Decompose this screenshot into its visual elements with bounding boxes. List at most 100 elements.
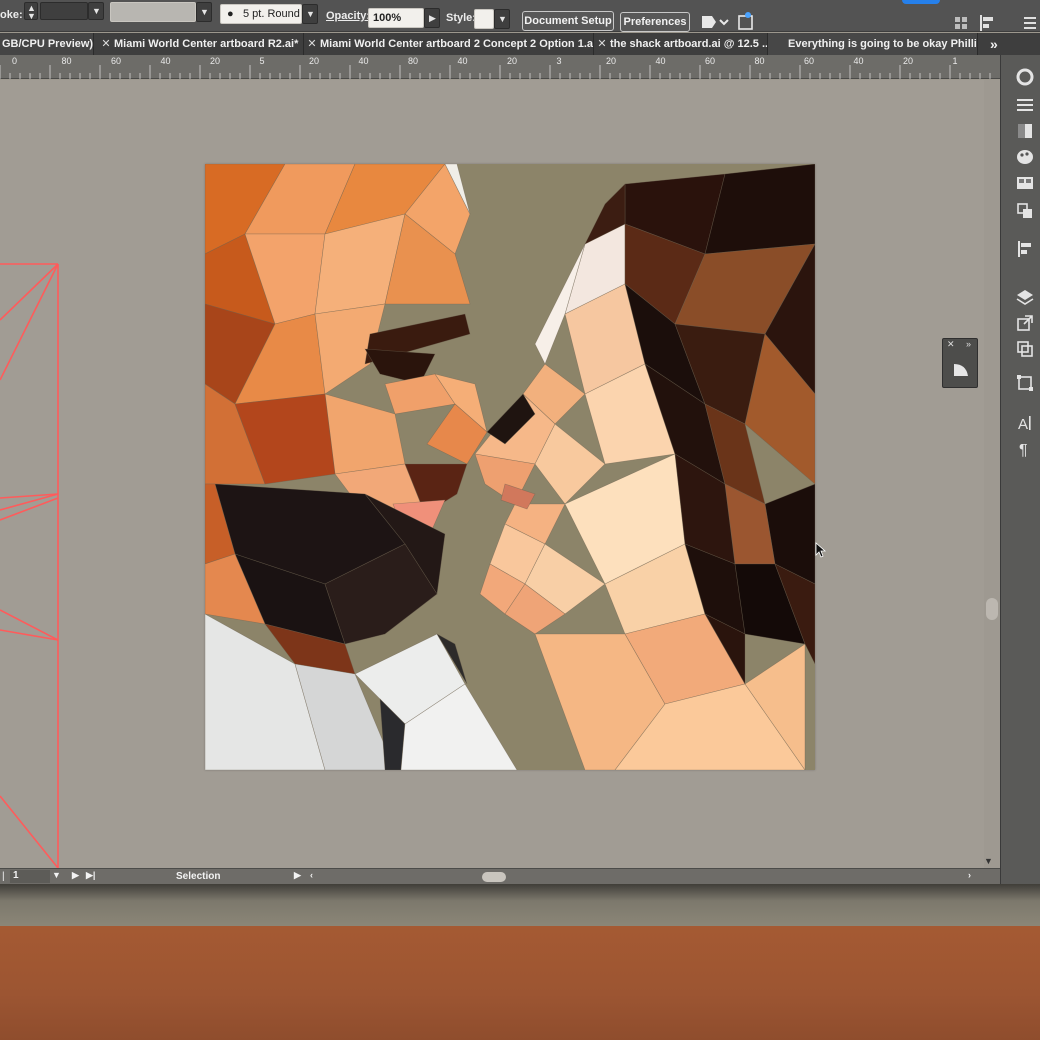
stroke-weight-dropdown[interactable]: ▼ [88,2,104,20]
ruler-label: 80 [61,56,72,66]
brush-definition-field[interactable]: ● 5 pt. Round [220,4,302,24]
ruler-label: 40 [160,56,171,66]
workspace-switcher-icon[interactable] [954,16,968,30]
tab-miami-r2[interactable]: ✕ Miami World Center artboard R2.ai* [94,33,304,55]
tab-the-shack[interactable]: ✕ the shack artboard.ai @ 12.5 ... [594,33,768,55]
ruler-label: 0 [12,56,18,66]
tab-everything-okay[interactable]: Everything is going to be okay Phillips [768,33,978,55]
variable-width-dropdown[interactable]: ▼ [196,2,212,22]
color-wheel-icon[interactable] [1015,67,1035,87]
desk-surface [0,926,1040,1040]
close-icon[interactable]: ✕ [304,33,320,55]
preferences-button[interactable]: Preferences [620,12,690,32]
last-artboard-icon[interactable]: ▶| [86,870,95,881]
character-icon[interactable]: A [1015,413,1035,433]
tab-label: Everything is going to be okay Phillips [788,38,978,50]
gradient-shape-icon[interactable] [951,359,971,379]
tab-label: GB/CPU Preview) [2,38,94,50]
brush-dropdown[interactable]: ▼ [302,4,318,24]
ruler-label: 40 [457,56,468,66]
low-poly-portrait-artwork [205,164,815,770]
chevron-right-icon: ▶ [429,13,436,23]
paragraph-icon[interactable]: ¶ [1015,439,1035,459]
opacity-arrow-button[interactable]: ▶ [424,8,440,28]
ruler-label: 40 [853,56,864,66]
layers-icon[interactable] [1015,287,1035,307]
ruler-label: 5 [259,56,265,66]
svg-text:¶: ¶ [1019,442,1028,459]
scroll-left-arrow[interactable]: ‹ [310,870,313,880]
ruler-ticks [0,65,991,79]
ruler-label: 20 [507,56,518,66]
chevron-down-icon: ▼ [200,7,209,17]
status-bar: | 1 ▼ ▶ ▶| Selection ▶ ‹ › [0,868,1000,884]
panel-menu-icon[interactable] [1024,16,1036,30]
graphic-style-swatch[interactable] [474,9,494,29]
scroll-right-arrow[interactable]: › [968,870,971,880]
transform-icon[interactable] [1015,201,1035,221]
ruler-label: 40 [655,56,666,66]
vertical-scrollbar-track[interactable] [984,80,1000,868]
ruler-label: 40 [358,56,369,66]
artboard[interactable] [205,164,815,770]
tab-miami-concept-2[interactable]: ✕ Miami World Center artboard 2 Concept 2… [304,33,594,55]
align-objects-icon[interactable] [978,14,996,32]
monitor-bezel [0,884,1040,926]
transform-box-icon[interactable] [1015,373,1035,393]
opacity-field[interactable]: 100% [368,8,424,28]
close-icon[interactable]: ✕ [98,33,114,55]
arrange-documents-icon[interactable] [700,12,730,32]
scroll-down-arrow[interactable]: ▼ [984,856,993,866]
tab-label: Miami World Center artboard 2 Concept 2 … [320,38,594,50]
status-menu-icon[interactable]: ▶ [294,870,301,881]
tab-preview[interactable]: GB/CPU Preview) [0,33,94,55]
tab-label: the shack artboard.ai @ 12.5 ... [610,38,768,50]
canvas[interactable]: ▼ [0,80,1000,868]
artboard-navigation-prev[interactable]: | [2,871,5,882]
stroke-weight-stepper[interactable]: ▲ ▼ [24,2,38,21]
stroke-lines-icon[interactable] [1015,95,1035,115]
collapse-icon[interactable]: » [966,339,971,349]
artboard-number-field[interactable]: 1 [10,870,50,883]
floating-panel[interactable]: ✕ » [942,338,978,388]
ruler-label: 80 [754,56,765,66]
export-icon[interactable] [1015,313,1035,333]
brush-label: 5 pt. Round [243,8,300,20]
ruler-label: 60 [111,56,122,66]
variable-width-profile[interactable] [110,2,196,22]
chevron-down-icon: ▼ [306,9,315,19]
palette-icon[interactable] [1015,147,1035,167]
close-icon[interactable]: ✕ [947,339,955,350]
chevron-down-icon[interactable]: ▼ [52,870,61,880]
close-icon[interactable]: ✕ [594,33,610,55]
document-tab-bar: GB/CPU Preview) ✕ Miami World Center artb… [0,33,1040,55]
tab-overflow-button[interactable]: » [990,33,1014,55]
ruler-label: 3 [556,56,562,66]
document-setup-button[interactable]: Document Setup [522,11,614,31]
pathfinder-icon[interactable] [1015,339,1035,359]
align-icon[interactable] [1015,239,1035,259]
opacity-label[interactable]: Opacity: [326,10,370,22]
control-bar: oke: ▲ ▼ ▼ ▼ ● 5 pt. Round ▼ Opacity: 10… [0,0,1040,32]
horizontal-scrollbar-thumb[interactable] [482,872,506,882]
stroke-label: oke: [0,9,23,21]
ruler-label: 20 [309,56,320,66]
ruler-label: 80 [408,56,419,66]
swatches-icon[interactable] [1015,173,1035,193]
chevron-down-icon: ▼ [498,14,507,24]
share-icon[interactable] [736,11,756,31]
ruler-label: 20 [606,56,617,66]
ruler-label: 60 [705,56,716,66]
share-button[interactable] [902,0,940,4]
graphic-style-dropdown[interactable]: ▼ [494,9,510,29]
ruler-label: 20 [210,56,221,66]
illustrator-screen: oke: ▲ ▼ ▼ ▼ ● 5 pt. Round ▼ Opacity: 10… [0,0,1040,1040]
tab-label: Miami World Center artboard R2.ai* [114,38,299,50]
stroke-weight-field[interactable] [40,2,88,20]
horizontal-ruler[interactable]: 0 80 60 40 20 5 20 40 80 40 20 3 20 40 60 80 60 40 20 1 [0,55,1000,79]
style-label: Style: [446,12,476,24]
next-artboard-icon[interactable]: ▶ [72,870,79,881]
status-tool-name: Selection [176,871,221,882]
gradient-icon[interactable] [1015,121,1035,141]
chevron-down-icon: ▼ [92,6,101,16]
